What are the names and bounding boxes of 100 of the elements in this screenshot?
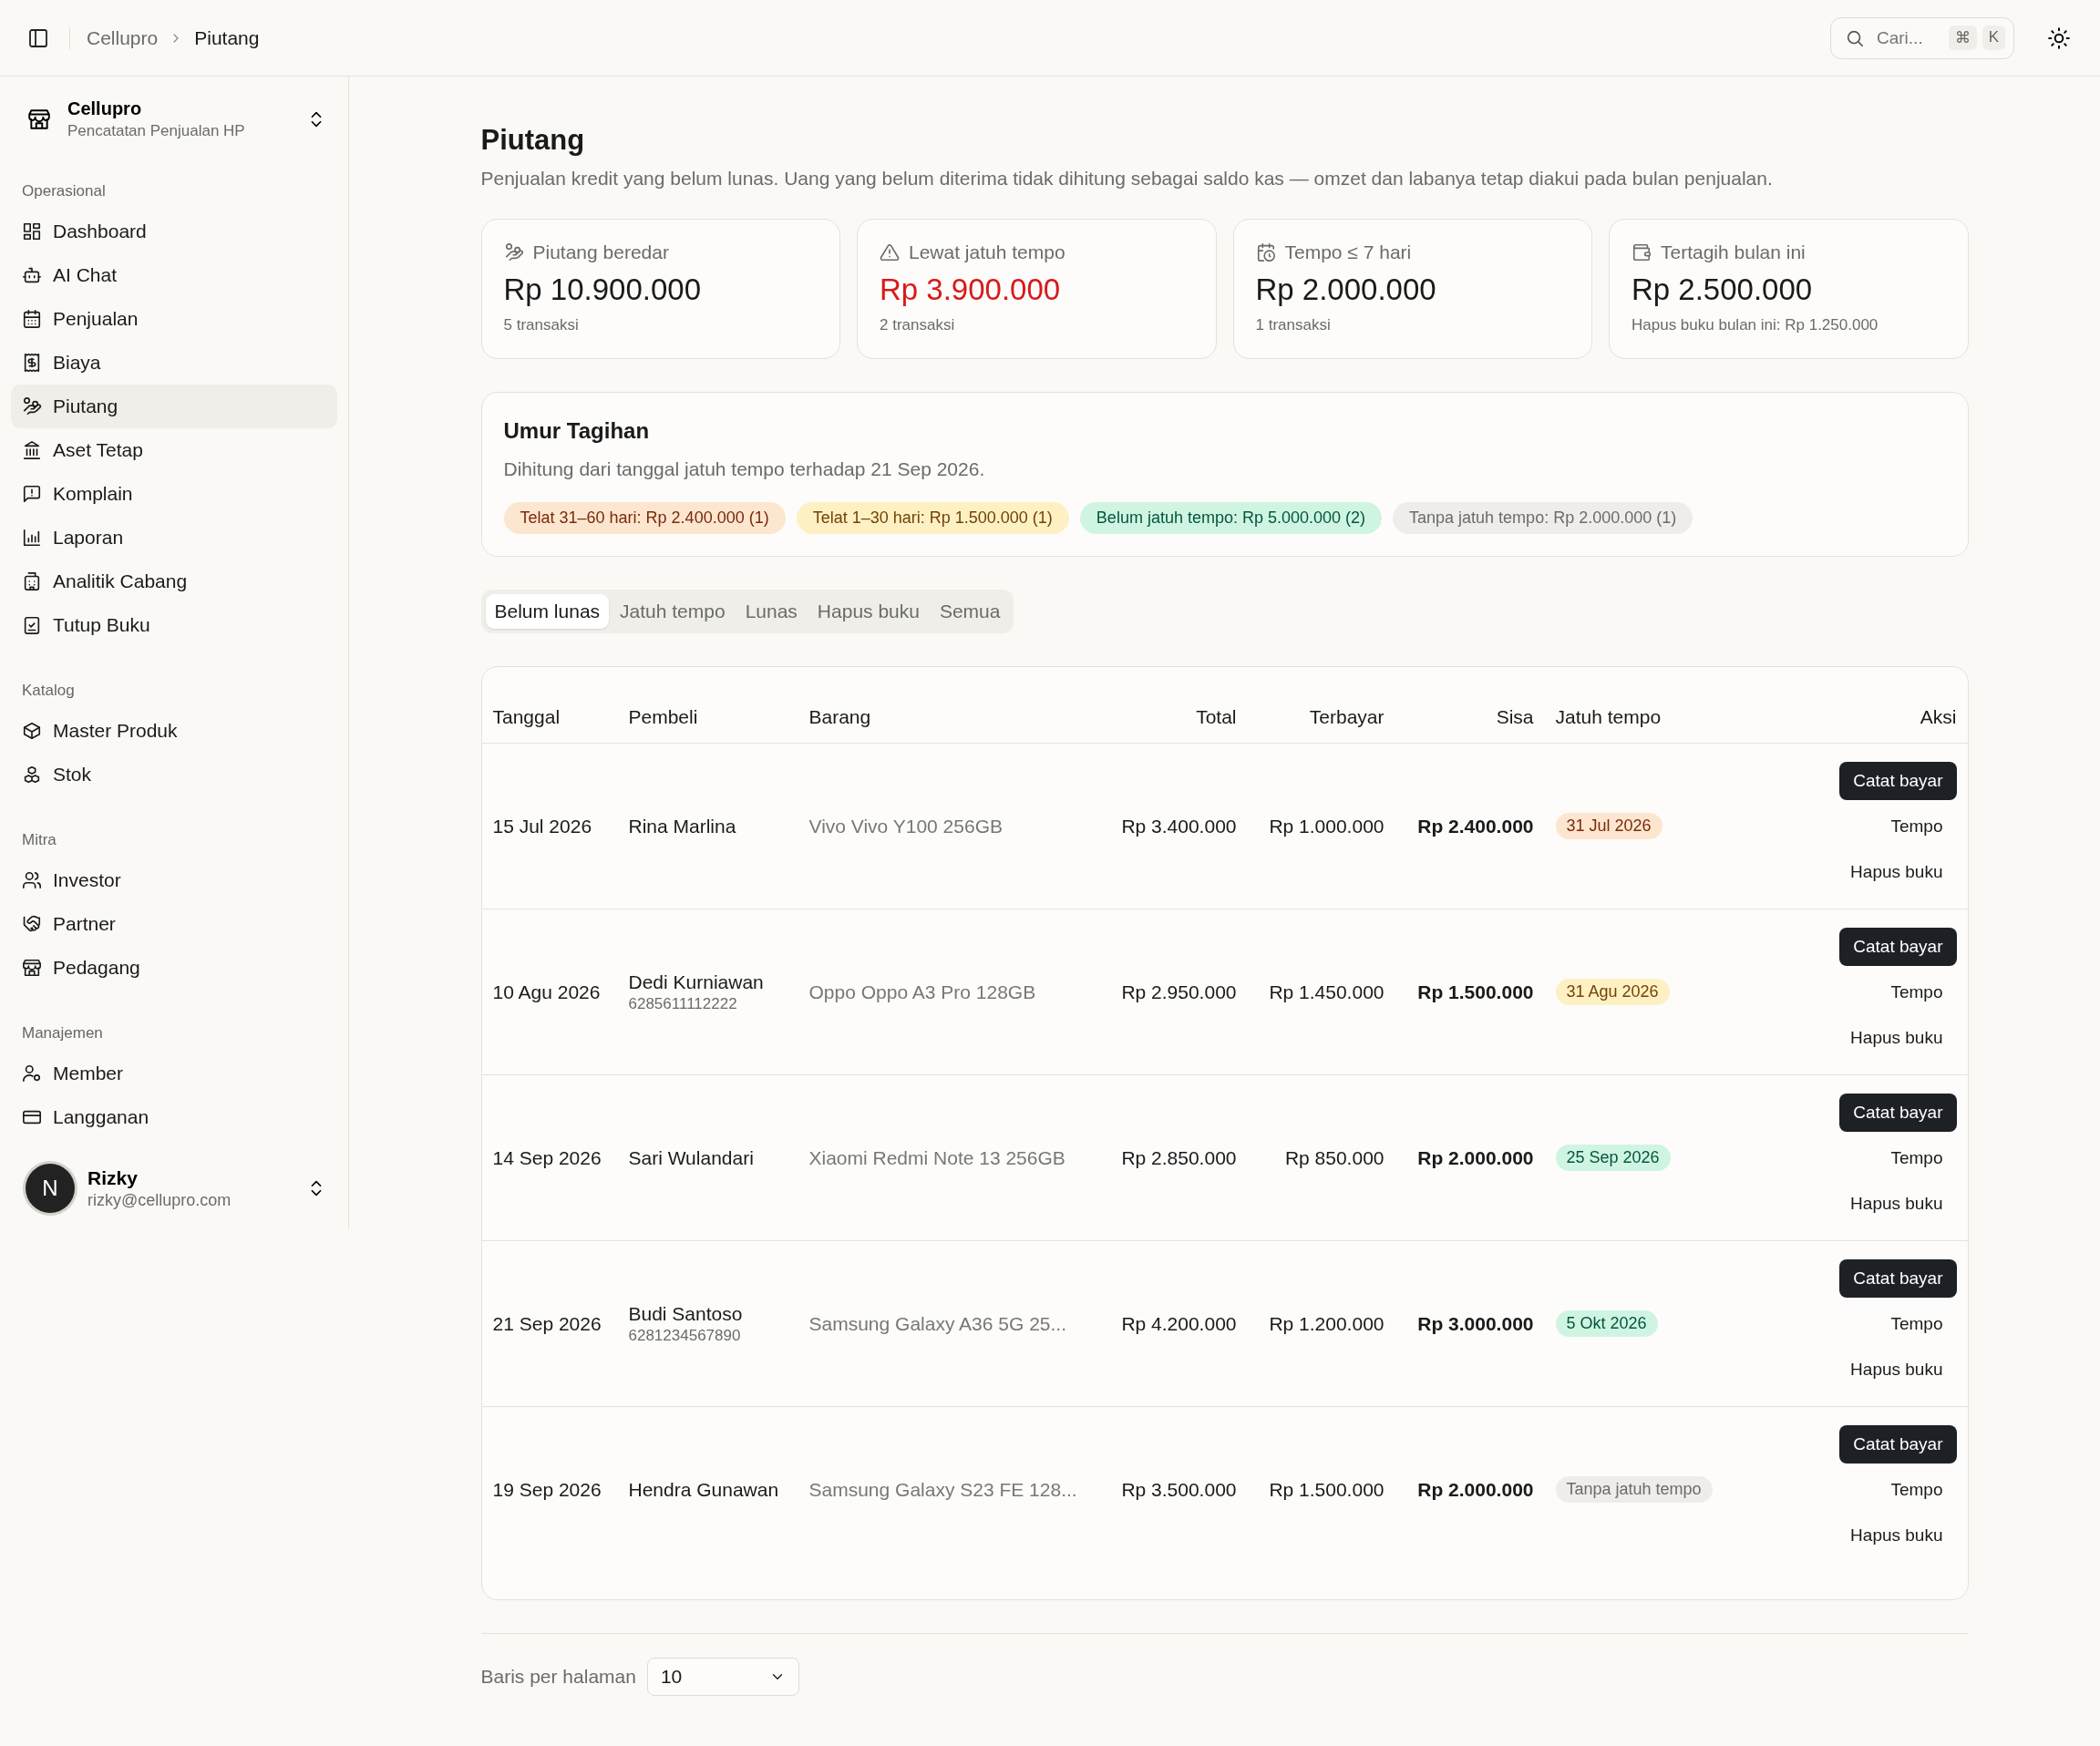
sidebar-item[interactable]: Komplain (11, 472, 337, 516)
action-button[interactable]: Hapus buku (1837, 1018, 1957, 1057)
action-button[interactable]: Tempo (1877, 1304, 1957, 1343)
sidebar-item[interactable]: Langganan (11, 1095, 337, 1139)
action-button[interactable]: Hapus buku (1837, 1515, 1957, 1555)
buyer-phone: 6281234567890 (628, 1326, 742, 1345)
column-header: Tanggal (492, 706, 561, 728)
sidebar-item[interactable]: Piutang (11, 385, 337, 428)
breadcrumb-link[interactable]: Cellupro (87, 26, 159, 49)
avatar: N (26, 1164, 75, 1213)
table-cell-text: Rp 2.000.000 (1416, 1146, 1534, 1169)
organization-subtitle: Pencatatan Penjualan HP (67, 122, 246, 140)
user-email: rizky@cellupro.com (88, 1190, 232, 1210)
hand-coins-icon (503, 242, 524, 262)
table-cell-text: Rp 1.000.000 (1268, 815, 1385, 837)
nav-group-title: Katalog (21, 682, 76, 700)
bar-chart-icon (22, 528, 42, 548)
sidebar-item[interactable]: Dashboard (11, 210, 337, 253)
wallet-icon (1632, 242, 1652, 262)
action-button[interactable]: Catat bayar (1839, 1093, 1957, 1132)
buyer-name: Dedi Kurniawan (628, 971, 765, 993)
buyer-name: Rina Marlina (628, 815, 737, 837)
table-cell-text: Rp 850.000 (1283, 1146, 1385, 1169)
table-cell-text: Xiaomi Redmi Note 13 256GB (808, 1146, 1066, 1169)
section-subtitle: Dihitung dari tanggal jatuh tempo terhadap 21 Sep 2026. (503, 458, 986, 480)
action-button[interactable]: Tempo (1877, 806, 1957, 846)
sidebar-item[interactable]: Pedagang (11, 946, 337, 990)
column-header: Jatuh tempo (1554, 706, 1662, 728)
table-cell-text: Rp 1.500.000 (1268, 1478, 1385, 1501)
sidebar-item[interactable]: Member (11, 1052, 337, 1095)
sidebar-item[interactable]: Master Produk (11, 709, 337, 753)
filter-tab[interactable]: Belum lunas (485, 594, 610, 629)
organization-name: Cellupro (67, 98, 143, 119)
action-button[interactable]: Tempo (1877, 972, 1957, 1012)
sidebar-item[interactable]: Penjualan (11, 297, 337, 341)
page-title: Piutang (480, 124, 586, 157)
action-button[interactable]: Catat bayar (1839, 927, 1957, 966)
table-cell-text: 15 Jul 2026 (492, 815, 593, 837)
action-button[interactable]: Catat bayar (1839, 1258, 1957, 1298)
filter-tab[interactable]: Jatuh tempo (611, 594, 735, 629)
column-header: Sisa (1495, 706, 1534, 728)
card-note: 5 transaksi (503, 316, 580, 334)
table-cell-text: Samsung Galaxy S23 FE 128... (808, 1478, 1078, 1501)
building-icon (22, 571, 42, 591)
nav-group-title: Manajemen (21, 1024, 104, 1042)
table-cell-text: Rp 2.950.000 (1120, 981, 1237, 1003)
sidebar-item[interactable]: Laporan (11, 516, 337, 560)
filter-tab[interactable]: Semua (930, 594, 1010, 629)
table-cell-text: 21 Sep 2026 (492, 1312, 602, 1335)
clipboard-check-icon (22, 615, 42, 635)
sidebar-item[interactable]: Aset Tetap (11, 428, 337, 472)
action-button[interactable]: Hapus buku (1837, 1350, 1957, 1389)
card-note: 1 transaksi (1255, 316, 1332, 334)
filter-tab[interactable]: Lunas (736, 594, 807, 629)
store-icon (22, 958, 42, 978)
sidebar-item[interactable]: Biaya (11, 341, 337, 385)
due-date-badge: 5 Okt 2026 (1555, 1310, 1658, 1337)
action-button[interactable]: Tempo (1877, 1138, 1957, 1177)
action-button[interactable]: Hapus buku (1837, 852, 1957, 891)
rows-per-page-select[interactable]: 10 (646, 1658, 799, 1696)
breadcrumb-link[interactable]: Piutang (194, 26, 260, 49)
sidebar-item[interactable]: Tutup Buku (11, 603, 337, 647)
table-cell-text: Vivo Vivo Y100 256GB (808, 815, 1004, 837)
action-button[interactable]: Hapus buku (1837, 1184, 1957, 1223)
receipt-icon (22, 353, 42, 373)
card-value: Rp 3.900.000 (880, 272, 1062, 307)
action-button[interactable]: Catat bayar (1839, 761, 1957, 800)
table-cell-text: Rp 3.400.000 (1120, 815, 1237, 837)
card-value: Rp 10.900.000 (503, 272, 702, 307)
due-date-badge: 31 Jul 2026 (1555, 813, 1662, 839)
aging-badge: Telat 1–30 hari: Rp 1.500.000 (1) (796, 502, 1069, 534)
sun-icon (2047, 26, 2071, 50)
column-header: Barang (808, 706, 872, 728)
table-cell-text: Rp 2.850.000 (1120, 1146, 1237, 1169)
hand-coins-icon (22, 396, 42, 416)
card-label: Piutang beredar (532, 241, 669, 263)
store-icon (27, 108, 51, 131)
calendar-icon (22, 309, 42, 329)
organization-switcher[interactable]: Cellupro Pencatatan Penjualan HP (11, 91, 337, 148)
table-cell-text: 14 Sep 2026 (492, 1146, 602, 1169)
filter-tab[interactable]: Hapus buku (808, 594, 929, 629)
sidebar-item[interactable]: AI Chat (11, 253, 337, 297)
action-button[interactable]: Catat bayar (1839, 1424, 1957, 1464)
card-note: Hapus buku bulan ini: Rp 1.250.000 (1632, 316, 1879, 334)
action-button[interactable]: Tempo (1877, 1470, 1957, 1509)
table-cell-text: Rp 2.400.000 (1416, 815, 1534, 837)
aging-badge: Telat 31–60 hari: Rp 2.400.000 (1) (503, 502, 786, 534)
buyer-name: Sari Wulandari (628, 1146, 755, 1169)
column-header: Pembeli (628, 706, 699, 728)
sidebar-item[interactable]: Analitik Cabang (11, 560, 337, 603)
sidebar-item[interactable]: Partner (11, 902, 337, 946)
warning-icon (880, 242, 900, 262)
buyer-name: Hendra Gunawan (628, 1478, 780, 1501)
users-icon (22, 870, 42, 890)
card-label: Lewat jatuh tempo (909, 241, 1065, 263)
handshake-icon (22, 914, 42, 934)
sidebar-item[interactable]: Investor (11, 858, 337, 902)
due-date-badge: Tanpa jatuh tempo (1555, 1476, 1713, 1503)
sidebar-item[interactable]: Stok (11, 753, 337, 796)
section-title: Umur Tagihan (503, 418, 651, 444)
